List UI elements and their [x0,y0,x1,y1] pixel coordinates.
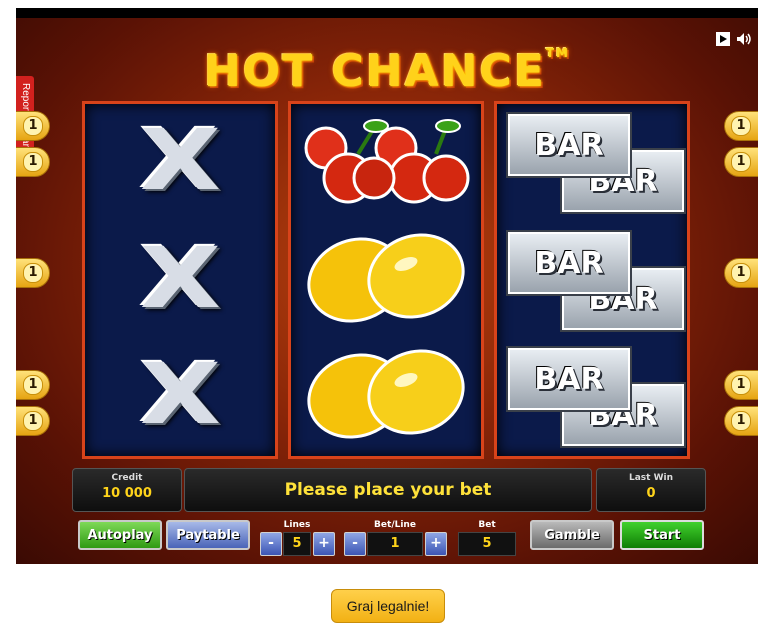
line-indicator-right: 1 [724,258,758,288]
start-button[interactable]: Start [620,520,704,550]
reel-symbol-bar: BAR BAR [497,104,687,216]
betline-control: Bet/Line - 1 + [342,520,448,556]
bet-label: Bet [478,520,496,530]
line-indicator-left: 1 [16,406,50,436]
line-indicator-right: 1 [724,406,758,436]
paytable-button[interactable]: Paytable [166,520,250,550]
bet-control: Bet 5 [456,520,518,556]
line-indicator-left: 1 [16,111,50,141]
speaker-icon[interactable] [736,32,751,46]
game-title-text: HOT CHANCE [203,46,546,97]
credit-panel: Credit 10 000 [72,468,182,512]
lines-label: Lines [283,520,311,530]
gamble-button[interactable]: Gamble [530,520,614,550]
line-indicator-right: 1 [724,111,758,141]
reel-symbol-lemons [291,222,481,334]
game-stage: HOT CHANCETM Report the game X X X [16,18,758,564]
last-win-value: 0 [646,486,656,501]
reel-2 [288,101,484,459]
bet-value: 5 [458,532,516,556]
last-win-label: Last Win [628,473,674,483]
line-indicator-right: 1 [724,370,758,400]
reel-symbol-cherries [291,104,481,216]
reel-symbol-bar: BAR BAR [497,338,687,450]
reel-1: X X X [82,101,278,459]
betline-value: 1 [367,532,423,556]
lemons-icon [307,233,465,323]
lines-control: Lines - 5 + [258,520,336,556]
lines-minus-button[interactable]: - [260,532,282,556]
line-indicator-right: 1 [724,147,758,177]
line-indicator-left: 1 [16,147,50,177]
play-legally-button[interactable]: Graj legalnie! [331,589,445,623]
lines-plus-button[interactable]: + [313,532,335,556]
credit-label: Credit [111,473,143,483]
bar-tile: BAR [508,232,630,294]
status-message: Please place your bet [184,468,592,512]
reel-3: BAR BAR BAR BAR BAR BAR [494,101,690,459]
trademark: TM [545,46,571,60]
bar-tile: BAR [508,114,630,176]
line-indicator-left: 1 [16,258,50,288]
betline-minus-button[interactable]: - [344,532,366,556]
line-indicator-left: 1 [16,370,50,400]
top-controls [716,32,751,46]
reel-symbol-lemons [291,338,481,450]
reel-symbol-x: X [139,229,221,327]
betline-plus-button[interactable]: + [425,532,447,556]
reel-symbol-x: X [139,111,221,209]
reel-symbol-x: X [139,345,221,443]
game-frame: HOT CHANCETM Report the game X X X [16,8,758,564]
credit-value: 10 000 [102,486,152,501]
bar-tile: BAR [508,348,630,410]
lemons-icon [307,349,465,439]
betline-label: Bet/Line [374,520,416,530]
last-win-panel: Last Win 0 [596,468,706,512]
game-title: HOT CHANCETM [16,46,758,97]
play-icon[interactable] [716,32,730,46]
autoplay-button[interactable]: Autoplay [78,520,162,550]
cherries-icon [304,119,470,204]
lines-value: 5 [283,532,311,556]
reel-symbol-bar: BAR BAR [497,222,687,334]
